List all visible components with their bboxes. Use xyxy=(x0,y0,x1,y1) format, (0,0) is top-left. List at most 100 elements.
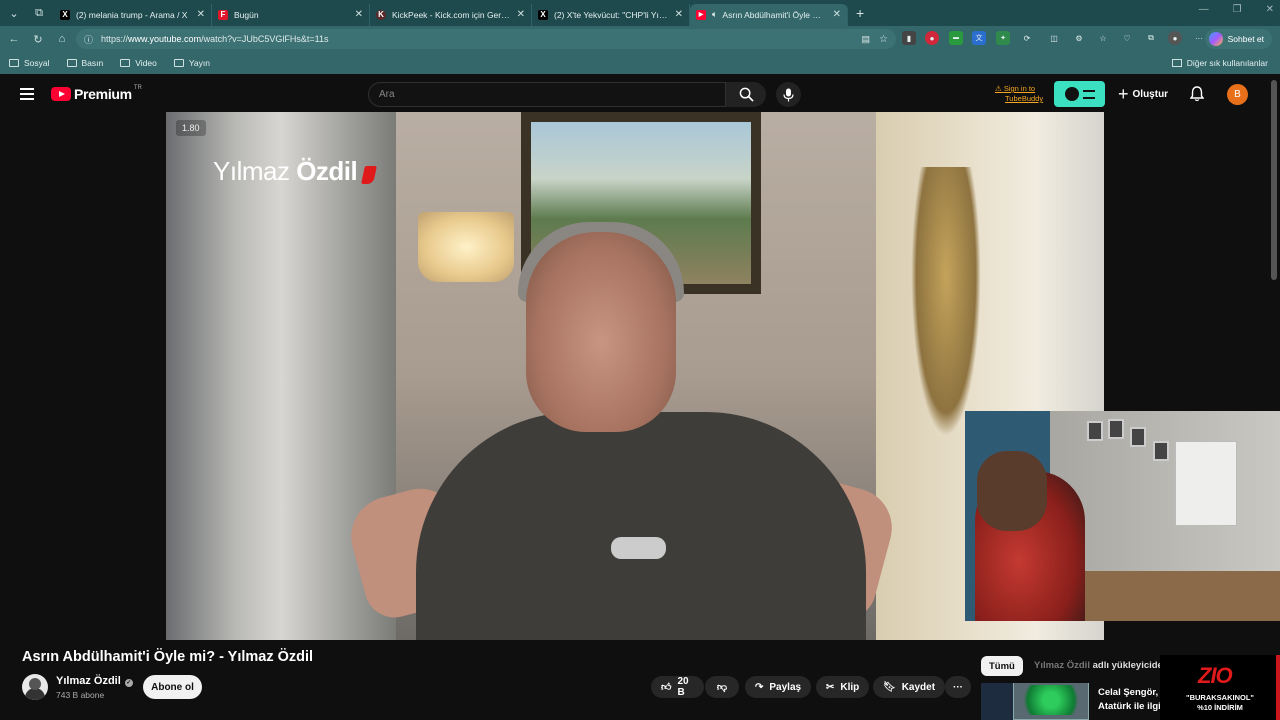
tab-actions-icon[interactable]: ⌄ xyxy=(3,2,25,24)
new-tab-icon[interactable]: + xyxy=(856,5,864,21)
close-window-icon[interactable]: ✕ xyxy=(1266,4,1274,15)
audio-playing-icon[interactable]: 🔈︎ xyxy=(712,9,717,20)
bookmark-label: Video xyxy=(135,58,157,68)
bookmark-label: Sosyal xyxy=(24,58,50,68)
filter-chip-all[interactable]: Tümü xyxy=(981,656,1023,676)
collections-icon[interactable]: ⧉ xyxy=(1144,31,1158,45)
subscribe-button[interactable]: Abone ol xyxy=(143,675,202,699)
extension-puzzle-icon[interactable]: ✦ xyxy=(996,31,1010,45)
clip-button[interactable]: ✂ Klip xyxy=(816,676,870,698)
webcam-photo-frame xyxy=(1108,419,1124,439)
sponsor-promo-overlay: ZIO "BURAKSAKINOL" %10 İNDİRİM xyxy=(1160,655,1280,720)
chip-uploader-name: Yılmaz Özdil xyxy=(1034,660,1093,671)
close-tab-icon[interactable]: ✕ xyxy=(517,9,525,20)
back-icon[interactable]: ← xyxy=(2,33,26,45)
extension-red-icon[interactable]: ● xyxy=(925,31,939,45)
lapel-mic-image xyxy=(611,537,666,559)
search-input[interactable]: Ara xyxy=(368,82,726,107)
bookmarks-bar: Sosyal Basın Video Yayın Diğer sık kulla… xyxy=(0,52,1280,74)
bookmark-label: Yayın xyxy=(188,58,210,68)
notifications-button[interactable] xyxy=(1189,86,1205,107)
more-actions-button[interactable]: ··· xyxy=(945,676,971,698)
bookmark-folder[interactable]: Yayın xyxy=(173,58,210,68)
create-button[interactable]: + Oluştur xyxy=(1118,82,1168,107)
tab-bugun[interactable]: F Bugün ✕ xyxy=(212,3,370,26)
maximize-icon[interactable]: ❐ xyxy=(1233,4,1242,15)
other-bookmarks[interactable]: Diğer sık kullanılanlar xyxy=(1171,58,1268,68)
tab-youtube-active[interactable]: ▶ 🔈︎ Asrın Abdülhamit'i Öyle mi? - Yılma… xyxy=(690,3,848,26)
x-favicon-icon: X xyxy=(60,9,70,20)
minimize-icon[interactable]: — xyxy=(1199,4,1209,15)
bookmark-folder[interactable]: Basın xyxy=(66,58,103,68)
extension-green-icon[interactable]: ▬ xyxy=(949,31,963,45)
tab-title: Bugün xyxy=(234,9,259,20)
bookmark-icon: 🔖︎ xyxy=(883,681,896,693)
extensions-icon[interactable]: ⚙ xyxy=(1072,31,1086,45)
warning-icon: ⚠ xyxy=(995,84,1004,93)
folder-icon xyxy=(66,59,77,67)
account-avatar[interactable]: B xyxy=(1227,84,1248,105)
voice-search-button[interactable] xyxy=(776,82,801,107)
scrollbar-thumb[interactable] xyxy=(1271,80,1277,280)
lamp-image xyxy=(418,212,514,282)
plus-icon: + xyxy=(1118,84,1129,104)
video-player[interactable]: 1.80 Yılmaz Özdil xyxy=(166,112,1104,640)
read-mode-icon[interactable]: ▤ xyxy=(861,34,870,45)
share-button[interactable]: ↷ Paylaş xyxy=(745,676,812,698)
close-tab-icon[interactable]: ✕ xyxy=(197,9,205,20)
close-tab-icon[interactable]: ✕ xyxy=(355,9,363,20)
promo-accent-bar xyxy=(1276,655,1280,720)
workspaces-icon[interactable]: ⧉ xyxy=(28,2,50,24)
save-button[interactable]: 🔖︎ Kaydet xyxy=(873,676,946,698)
more-icon: ··· xyxy=(953,681,963,693)
favorite-star-icon[interactable]: ☆ xyxy=(879,34,888,45)
folder-icon xyxy=(1171,59,1182,67)
extension-tb-icon[interactable]: ▮ xyxy=(902,31,916,45)
bookmark-folder[interactable]: Sosyal xyxy=(9,58,50,68)
extension-refresh-icon[interactable]: ⟳ xyxy=(1020,31,1034,45)
refresh-icon[interactable]: ↻ xyxy=(26,33,50,46)
dislike-button[interactable]: 👎︎ xyxy=(705,676,739,698)
youtube-logo[interactable]: Premium TR xyxy=(51,85,142,102)
split-screen-icon[interactable]: ◫ xyxy=(1047,31,1061,45)
red-comma-mark xyxy=(361,166,378,184)
filter-chip-uploader[interactable]: Yılmaz Özdil adlı yükleyiciden xyxy=(1034,660,1169,671)
recommended-video-title[interactable]: Celal Şengör, y Atatürk ile ilgili xyxy=(1098,686,1166,714)
browser-essentials-icon[interactable]: ♡ xyxy=(1120,31,1134,45)
channel-name[interactable]: Yılmaz Özdil ✓ xyxy=(56,675,133,687)
close-tab-icon[interactable]: ✕ xyxy=(675,9,683,20)
webcam-photo-frame xyxy=(1153,441,1169,461)
close-tab-icon[interactable]: ✕ xyxy=(833,9,841,20)
favorites-icon[interactable]: ☆ xyxy=(1096,31,1110,45)
video-name-overlay: Yılmaz Özdil xyxy=(213,156,378,187)
page-scrollbar[interactable] xyxy=(1268,76,1280,720)
url-field[interactable]: ⓘ https://www.youtube.com/watch?v=JUbC5V… xyxy=(76,29,896,49)
tab-x-yekvucut[interactable]: X (2) X'te Yekvücut: "CHP'li Yılmaz Özdi… xyxy=(532,3,690,26)
channel-avatar[interactable] xyxy=(22,674,48,700)
tab-title: (2) melania trump - Arama / X xyxy=(76,9,188,20)
logo-word: Premium xyxy=(74,86,132,102)
menu-icon[interactable] xyxy=(20,88,34,100)
tab-x-melania[interactable]: X (2) melania trump - Arama / X ✕ xyxy=(54,3,212,26)
tab-kickpeek[interactable]: K KickPeek - Kick.com için Gerçek Zaman … xyxy=(370,3,532,26)
chip-uploader-suffix: adlı yükleyiciden xyxy=(1092,660,1169,671)
extension-translate-icon[interactable]: 文 xyxy=(972,31,986,45)
bookmark-folder[interactable]: Video xyxy=(120,58,157,68)
zio-logo: ZIO xyxy=(1198,663,1233,689)
more-options-icon[interactable]: ··· xyxy=(1192,31,1206,45)
chat-label: Sohbet et xyxy=(1227,34,1264,44)
tubebuddy-signin-link[interactable]: ⚠ Sign in to TubeBuddy xyxy=(995,84,1043,104)
like-button[interactable]: 👍︎ 20 B xyxy=(651,676,704,698)
tubebuddy-menu-button[interactable] xyxy=(1054,81,1105,107)
microphone-icon xyxy=(783,88,794,101)
site-info-icon[interactable]: ⓘ xyxy=(84,33,93,46)
tab-title: Asrın Abdülhamit'i Öyle mi? - Yılmaz Özd… xyxy=(722,9,827,20)
rec-title-line2: Atatürk ile ilgili xyxy=(1098,701,1167,712)
search-button[interactable] xyxy=(726,82,766,107)
profile-icon[interactable]: ● xyxy=(1168,31,1182,45)
recommended-video-thumbnail[interactable] xyxy=(981,683,1089,720)
copilot-chat-button[interactable]: Sohbet et xyxy=(1204,29,1272,49)
home-icon[interactable]: ⌂ xyxy=(50,33,74,45)
video-title: Asrın Abdülhamit'i Öyle mi? - Yılmaz Özd… xyxy=(22,649,314,665)
tab-title: (2) X'te Yekvücut: "CHP'li Yılmaz Özdil xyxy=(554,9,669,20)
